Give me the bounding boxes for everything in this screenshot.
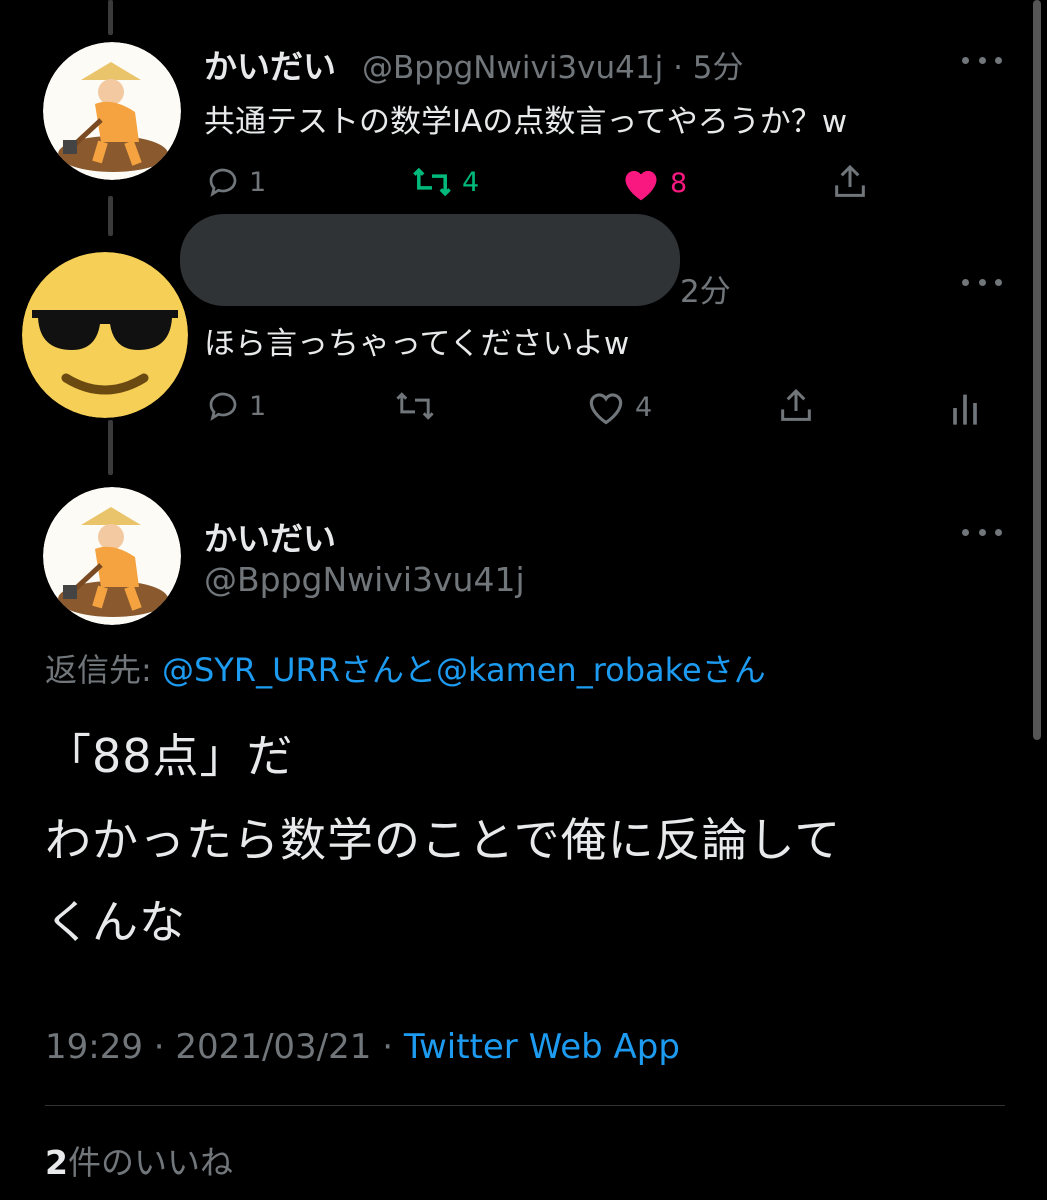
retweet-icon <box>413 167 451 197</box>
sunglasses-emoji-icon <box>22 252 188 418</box>
main-more-button[interactable] <box>962 522 1002 542</box>
tweet-2-more-button[interactable] <box>962 272 1002 292</box>
thread-line-bottom <box>108 420 113 475</box>
main-meta: 19:29 · 2021/03/21 · Twitter Web App <box>45 1027 680 1067</box>
scrollbar[interactable] <box>1033 0 1041 740</box>
likes-label: 件のいいね <box>67 1143 233 1182</box>
heart-filled-icon <box>625 170 657 201</box>
reply-to-user-1[interactable]: @SYR_URRさん <box>162 651 404 689</box>
tweet-1-share-button[interactable] <box>830 162 870 202</box>
divider <box>45 1105 1005 1106</box>
likes-count: 2 <box>45 1143 68 1182</box>
avatar-kaidai-1[interactable] <box>43 42 181 180</box>
tweet-1-text: 共通テストの数学IAの点数言ってやろうか？w <box>204 104 848 140</box>
tweet-1-retweet-count: 4 <box>462 166 480 198</box>
tweet-2-text: ほら言っちゃってくださいよw <box>204 326 630 362</box>
thread-line-top <box>108 0 113 35</box>
retweet-icon <box>396 392 434 420</box>
tweet-2-share-button[interactable] <box>776 386 816 426</box>
main-text-line-2: わかったら数学のことで俺に反論して <box>45 813 842 867</box>
reply-icon <box>209 392 237 421</box>
tweet-1-handle[interactable]: @BppgNwivi3vu41j <box>362 50 663 86</box>
main-author-handle[interactable]: @BppgNwivi3vu41j <box>204 560 525 599</box>
tweet-2-time[interactable]: 2分 <box>680 266 731 311</box>
avatar-sunglasses[interactable] <box>22 252 188 418</box>
main-author-name[interactable]: かいだい <box>204 512 336 560</box>
main-text-line-3: くんな <box>45 895 186 949</box>
main-date[interactable]: 2021/03/21 <box>175 1027 371 1067</box>
tweet-2-reply-count: 1 <box>249 390 267 422</box>
tweet-1-time[interactable]: 5分 <box>693 50 744 86</box>
tweet-2-analytics-button[interactable] <box>950 388 980 428</box>
tweet-1-reply-button[interactable]: 1 <box>205 164 266 200</box>
tweet-1-reply-count: 1 <box>249 166 267 198</box>
tweet-1-more-button[interactable] <box>962 50 1002 70</box>
avatar-kaidai-main[interactable] <box>43 487 181 625</box>
share-icon <box>781 388 811 421</box>
tweet-1-retweet-button[interactable]: 4 <box>410 164 479 200</box>
tweet-1-author-name[interactable]: かいだい <box>204 40 336 88</box>
main-meta-sep-2: · <box>382 1027 394 1067</box>
thread-line-mid <box>108 196 113 236</box>
reply-to-label: 返信先: <box>45 651 152 689</box>
main-meta-sep-1: · <box>153 1027 165 1067</box>
main-source-link[interactable]: Twitter Web App <box>404 1027 680 1067</box>
farmer-avatar-icon <box>43 42 181 180</box>
tweet-1-meta: @BppgNwivi3vu41j · 5分 <box>362 42 744 87</box>
analytics-icon <box>953 394 977 425</box>
redacted-name-block <box>180 214 680 306</box>
tweet-1-like-button[interactable]: 8 <box>620 164 687 202</box>
tweet-2-like-button[interactable]: 4 <box>585 388 652 426</box>
reply-to-and: と <box>403 651 436 689</box>
farmer-avatar-icon <box>43 487 181 625</box>
tweet-2-reply-button[interactable]: 1 <box>205 388 266 424</box>
tweet-1-like-count: 8 <box>670 167 688 199</box>
reply-to-user-2[interactable]: @kamen_robakeさん <box>436 651 766 689</box>
heart-icon <box>589 393 623 425</box>
tweet-1-separator: · <box>673 50 683 86</box>
reply-to-line: 返信先: @SYR_URRさんと@kamen_robakeさん <box>45 645 766 691</box>
tweet-2-retweet-button[interactable] <box>393 388 437 424</box>
main-text-line-1: 「88点」だ <box>45 729 294 783</box>
likes-summary[interactable]: 2件のいいね <box>45 1136 233 1184</box>
main-time[interactable]: 19:29 <box>45 1027 143 1067</box>
tweet-2-like-count: 4 <box>635 391 653 423</box>
reply-icon <box>209 168 237 197</box>
share-icon <box>835 164 865 197</box>
